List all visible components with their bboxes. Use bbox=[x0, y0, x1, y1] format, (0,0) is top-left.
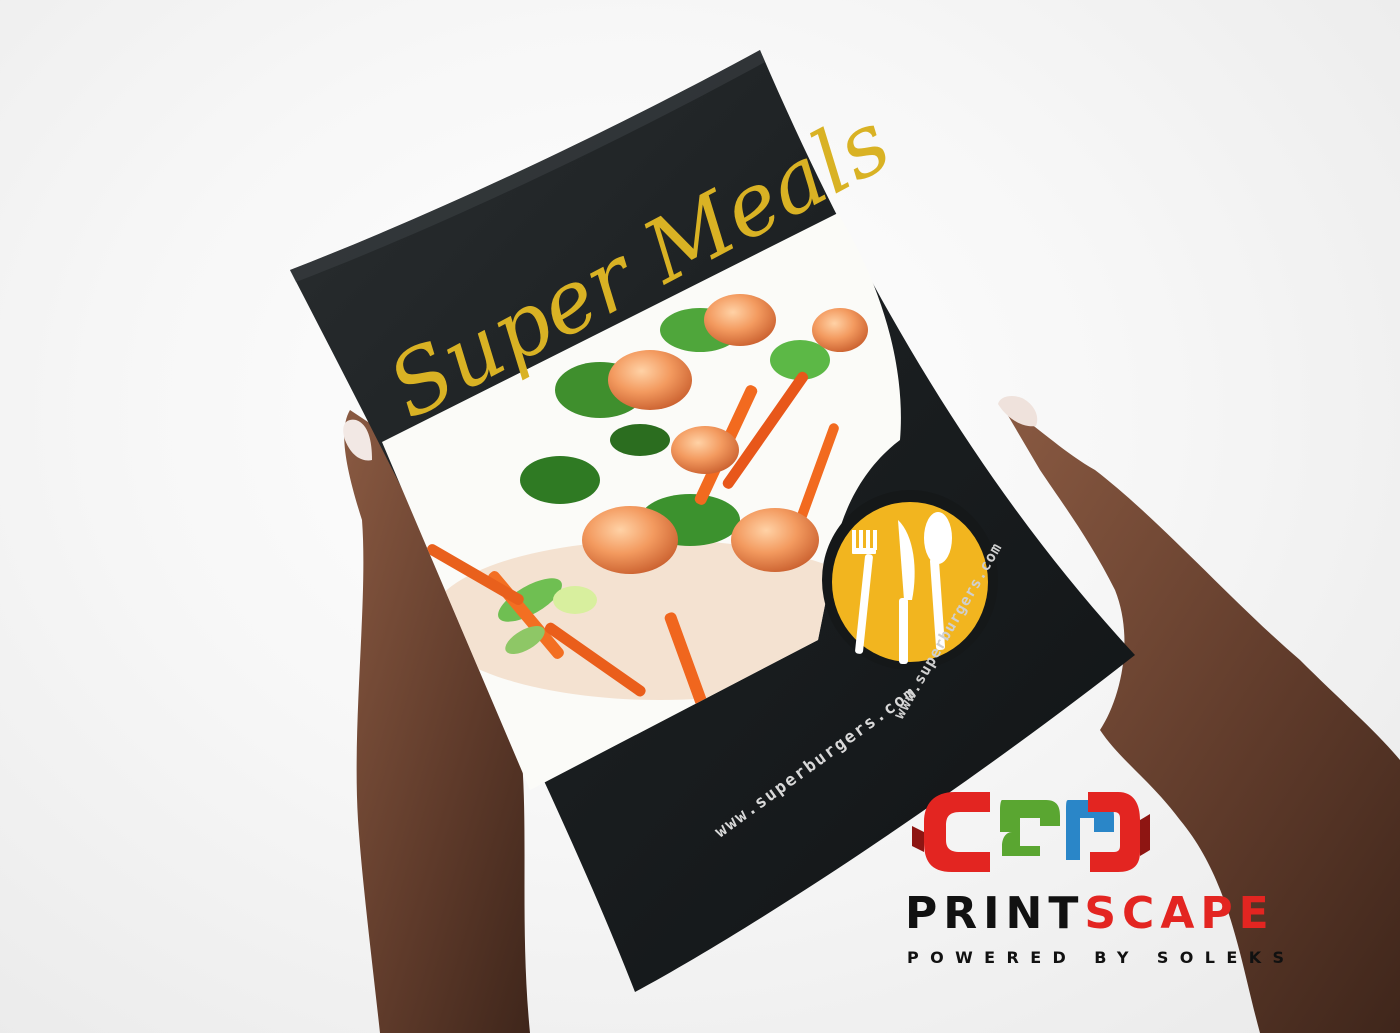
printscape-logo-icon bbox=[912, 792, 1150, 872]
printscape-tagline: POWERED BY SOLEKS bbox=[907, 948, 1296, 967]
brand-part-scape: SCAPE bbox=[1084, 888, 1275, 939]
photo-scene: Super Meals www.superburgers.com www.sup… bbox=[290, 50, 1400, 1033]
printscape-brand-name: PRINTSCAPE bbox=[905, 888, 1355, 939]
brand-part-print: PRINT bbox=[905, 888, 1085, 939]
